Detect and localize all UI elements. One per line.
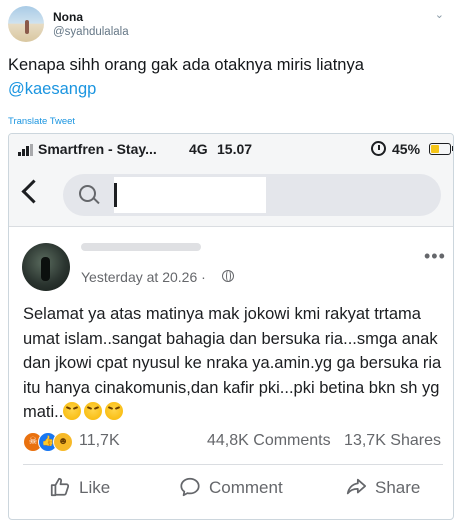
- more-icon[interactable]: •••: [424, 246, 446, 267]
- battery-percent: 45%: [392, 141, 421, 157]
- haha-reaction-icon[interactable]: ☻: [53, 432, 73, 452]
- reactions-count[interactable]: 11,7K: [79, 432, 120, 450]
- tweet-handle[interactable]: @syahdulalala: [53, 26, 129, 38]
- laughing-emoji-icon: [63, 402, 82, 420]
- share-label: Share: [375, 478, 421, 497]
- battery-icon: [429, 143, 451, 155]
- carrier-name: Smartfren - Stay...: [38, 141, 157, 157]
- tweet-text: Kenapa sihh orang gak ada otaknya miris …: [8, 53, 448, 101]
- alarm-icon: [371, 141, 386, 156]
- post-stats: ☠ 👍 ☻ 11,7K 44,8K Comments 13,7K Shares: [23, 432, 443, 454]
- like-label: Like: [79, 478, 111, 497]
- text-caret: [114, 183, 117, 207]
- divider: [9, 226, 453, 227]
- post-timestamp[interactable]: Yesterday at 20.26 ·: [81, 269, 206, 285]
- fb-search-bar: [9, 164, 453, 226]
- translate-tweet-link[interactable]: Translate Tweet: [8, 116, 75, 127]
- laughing-emoji-icon: [84, 402, 103, 420]
- tweet-display-name[interactable]: Nona: [53, 10, 83, 24]
- phone-status-bar: Smartfren - Stay... 4G 15.07 45%: [9, 134, 453, 164]
- globe-icon: [222, 270, 234, 282]
- back-arrow-icon[interactable]: [21, 179, 46, 204]
- tweet-mention-link[interactable]: @kaesangp: [8, 77, 448, 101]
- signal-icon: [18, 144, 34, 156]
- share-icon: [346, 478, 367, 495]
- comment-icon: [180, 477, 200, 497]
- status-time: 15.07: [217, 141, 253, 157]
- tweet-body: Kenapa sihh orang gak ada otaknya miris …: [8, 56, 364, 74]
- comment-label: Comment: [209, 478, 283, 497]
- search-input[interactable]: [63, 174, 441, 216]
- battery-level: [431, 145, 440, 153]
- divider: [23, 464, 443, 465]
- redacted-search-text: [114, 177, 266, 213]
- tweet-header: Nona @syahdulalala ⌄: [8, 6, 448, 46]
- like-icon: [50, 477, 70, 497]
- battery-cap: [452, 146, 453, 151]
- tweet-avatar[interactable]: [8, 6, 44, 42]
- comments-count[interactable]: 44,8K Comments: [207, 432, 331, 450]
- post-author-avatar[interactable]: [22, 243, 70, 291]
- chevron-down-icon[interactable]: ⌄: [435, 8, 444, 21]
- redacted-author-name: [81, 243, 201, 251]
- laughing-emoji-icon: [105, 402, 124, 420]
- post-text: Selamat ya atas matinya mak jokowi kmi r…: [23, 302, 443, 425]
- network-type: 4G: [189, 141, 208, 157]
- search-icon: [79, 185, 96, 202]
- facebook-screenshot: Smartfren - Stay... 4G 15.07 45% Yesterd…: [8, 133, 454, 520]
- shares-count[interactable]: 13,7K Shares: [344, 432, 441, 450]
